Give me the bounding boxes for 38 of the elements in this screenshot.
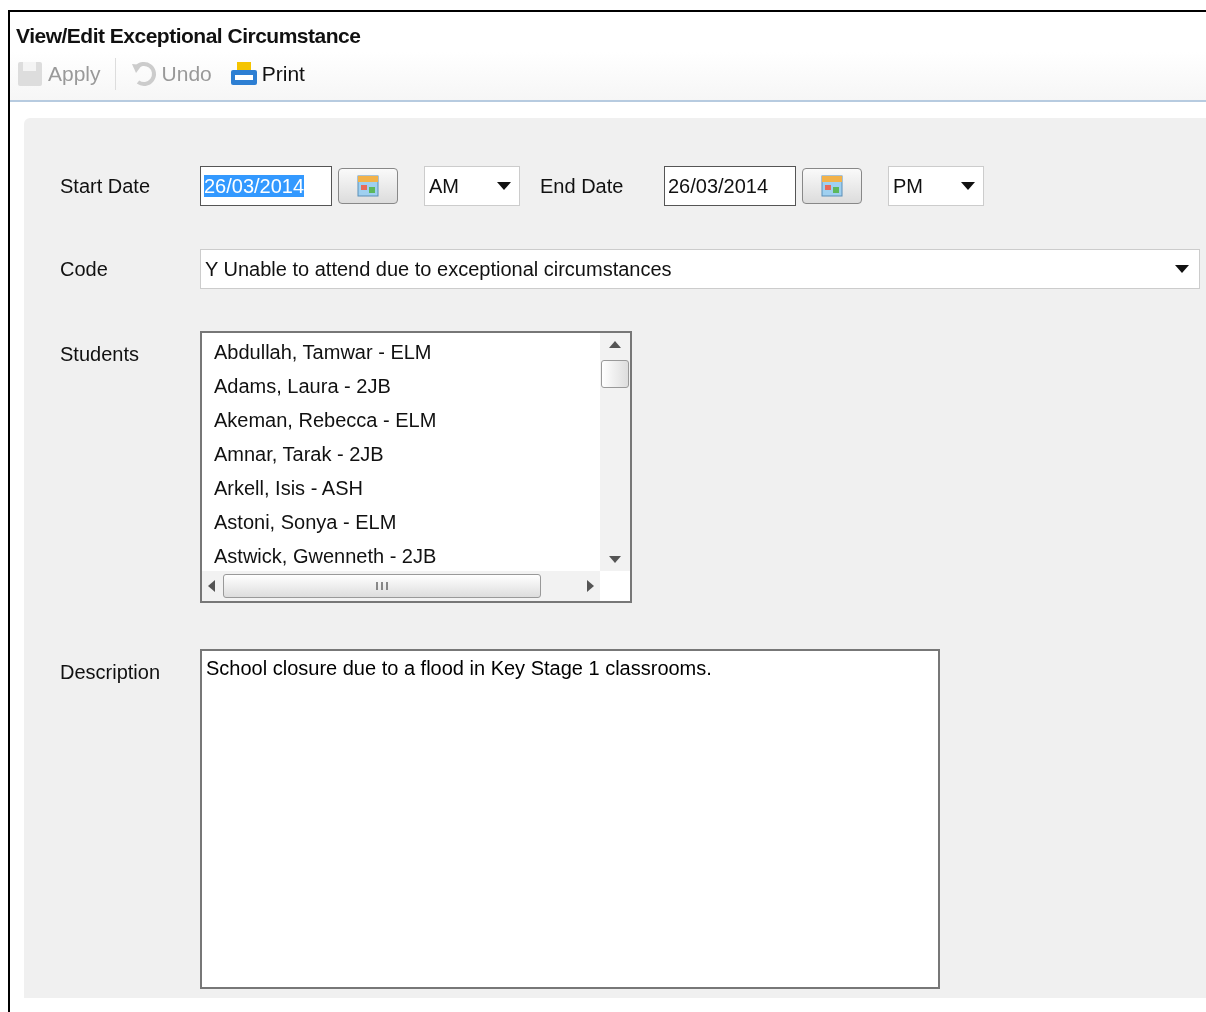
calendar-button[interactable] [338, 167, 398, 204]
undo-icon [129, 59, 158, 88]
date-field[interactable]: 26/03/2014 [664, 165, 796, 206]
calendar-icon [356, 173, 380, 198]
scroll-down-icon[interactable] [609, 555, 621, 563]
horizontal-scrollbar[interactable] [202, 570, 600, 601]
printer-icon [229, 60, 258, 87]
list-item[interactable]: Akeman, Rebecca - ELM [214, 402, 600, 437]
field-label: End Date [540, 173, 625, 199]
field-label: Students [60, 341, 140, 367]
dropdown-arrow-icon [497, 181, 511, 190]
list-item[interactable]: Adams, Laura - 2JB [214, 368, 600, 403]
scroll-up-icon[interactable] [609, 340, 621, 348]
print-button[interactable]: Print [225, 57, 309, 90]
calendar-icon [820, 173, 844, 198]
list-item[interactable]: Astoni, Sonya - ELM [214, 504, 600, 539]
dropdown-arrow-icon [1175, 264, 1189, 273]
list-item[interactable]: Arkell, Isis - ASH [214, 470, 600, 505]
scroll-thumb[interactable] [601, 359, 629, 388]
scroll-thumb[interactable] [223, 573, 541, 598]
list-item[interactable]: Amnar, Tarak - 2JB [214, 436, 600, 471]
code-dropdown[interactable]: Y Unable to attend due to exceptional circumstances [200, 248, 1200, 289]
session-dropdown[interactable]: PM [888, 165, 984, 206]
list-item[interactable]: Abdullah, Tamwar - ELM [214, 334, 600, 369]
field-label: Start Date [60, 173, 152, 199]
scroll-left-icon[interactable] [208, 579, 215, 592]
save-icon [16, 59, 44, 88]
field-label: Description [60, 659, 162, 685]
session-dropdown[interactable]: AM [424, 165, 520, 206]
scroll-right-icon[interactable] [587, 579, 594, 592]
window-title: View/Edit Exceptional Circumstance [15, 23, 362, 49]
dropdown-arrow-icon [961, 181, 975, 190]
calendar-button[interactable] [802, 167, 862, 204]
description-field[interactable]: School closure due to a flood in Key Stage 1 classrooms. [200, 648, 940, 989]
field-label: Code [60, 256, 109, 282]
grip-icon [375, 580, 389, 591]
vertical-scrollbar[interactable] [600, 332, 630, 571]
list-item[interactable]: Astwick, Gwenneth - 2JB [214, 538, 600, 571]
